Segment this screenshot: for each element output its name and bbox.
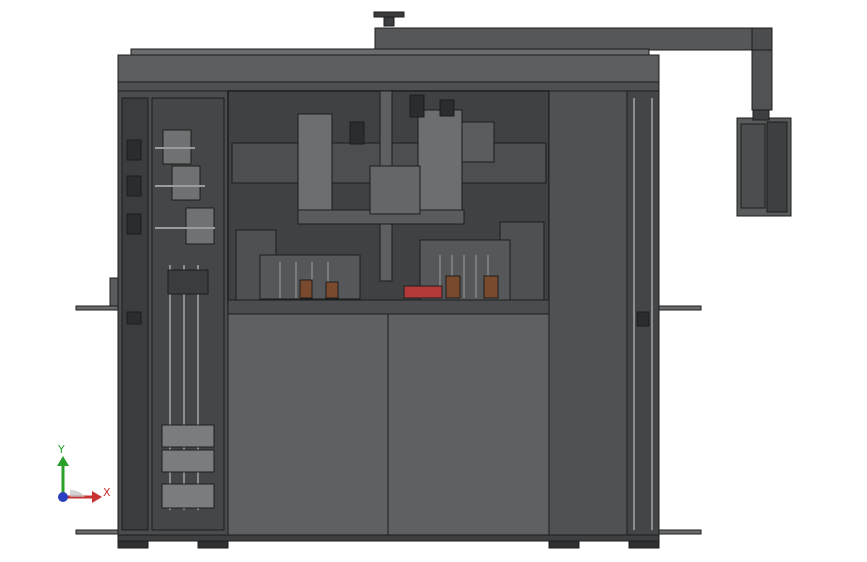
process-window bbox=[227, 90, 550, 315]
coordinate-triad: Y X bbox=[57, 443, 111, 503]
y-axis-arrowhead bbox=[57, 456, 69, 466]
z-axis-origin bbox=[58, 492, 68, 502]
hmi-monitor bbox=[736, 109, 792, 217]
right-cabinet bbox=[548, 90, 702, 536]
left-cabinet bbox=[75, 90, 229, 536]
lower-doors bbox=[227, 313, 550, 536]
top-canopy bbox=[117, 48, 660, 92]
base-feet bbox=[117, 534, 660, 549]
y-axis-label: Y bbox=[57, 443, 65, 456]
cad-viewport[interactable]: Y X bbox=[0, 0, 867, 562]
x-axis-arrowhead bbox=[92, 491, 102, 503]
x-axis-label: X bbox=[103, 486, 111, 499]
